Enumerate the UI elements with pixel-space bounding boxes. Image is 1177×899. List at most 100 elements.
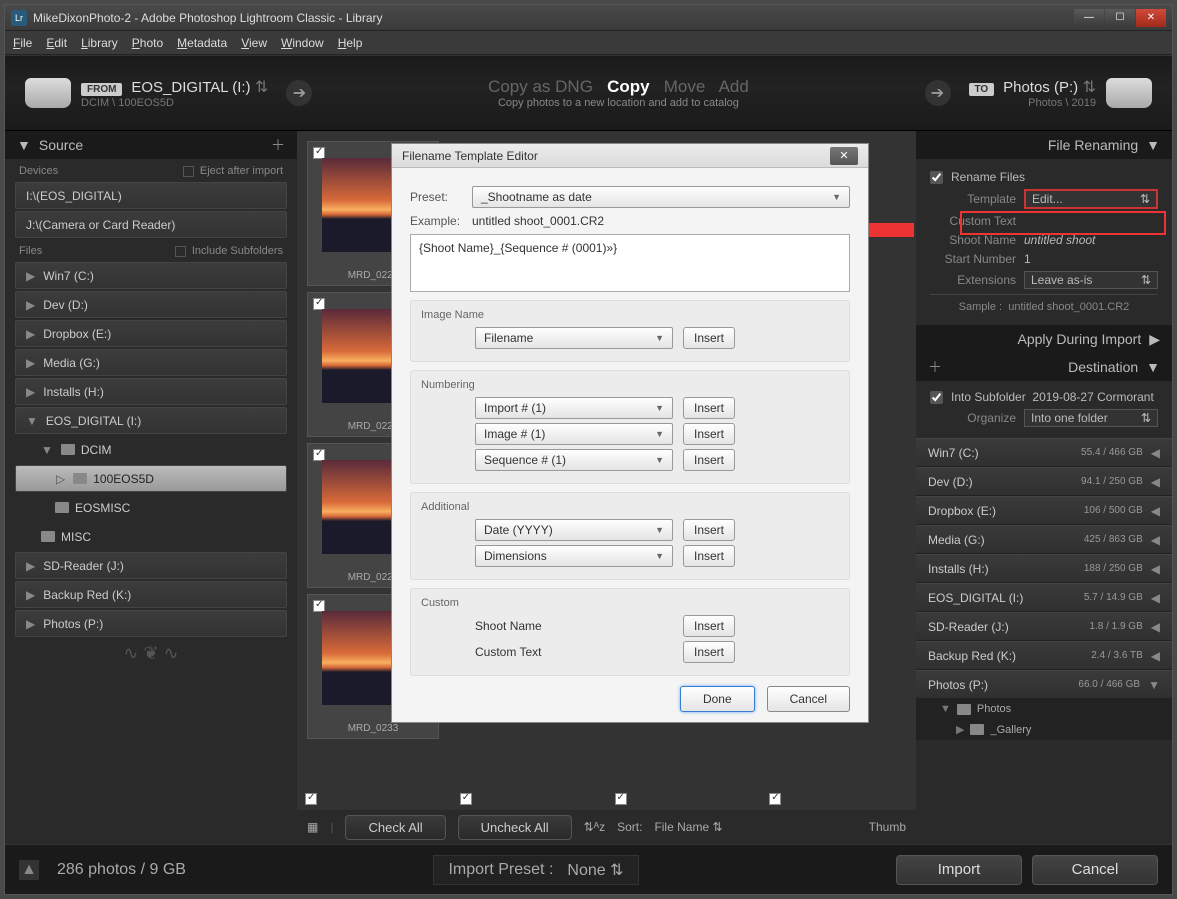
drive-row[interactable]: ▶Win7 (C:): [15, 262, 287, 289]
filename-template-editor-dialog: Filename Template Editor ✕ Preset: _Shoo…: [391, 143, 869, 723]
additional-dropdown[interactable]: Date (YYYY)▼: [475, 519, 673, 541]
start-number-field[interactable]: 1: [1024, 252, 1158, 266]
chevron-down-icon: ▼: [1146, 359, 1160, 375]
drive-row-eos[interactable]: ▼EOS_DIGITAL (I:): [15, 407, 287, 434]
window-close-button[interactable]: ✕: [1136, 9, 1166, 27]
column-checkbox[interactable]: [615, 793, 627, 805]
source-header[interactable]: ▼ Source ＋: [5, 131, 297, 159]
check-all-button[interactable]: Check All: [345, 815, 445, 840]
preset-dropdown[interactable]: _Shootname as date▼: [472, 186, 850, 208]
op-copy[interactable]: Copy: [607, 77, 650, 96]
device-row[interactable]: I:\(EOS_DIGITAL): [15, 182, 287, 209]
import-button[interactable]: Import: [896, 855, 1022, 885]
insert-button[interactable]: Insert: [683, 449, 735, 471]
from-location[interactable]: EOS_DIGITAL (I:): [131, 79, 250, 96]
add-source-button[interactable]: ＋: [271, 135, 285, 155]
destination-header[interactable]: ＋ Destination▼: [916, 353, 1172, 381]
chevron-down-icon: ▼: [17, 137, 31, 153]
menu-file[interactable]: File: [13, 36, 32, 50]
column-checkbox[interactable]: [460, 793, 472, 805]
sort-toggle-icon[interactable]: ⇅ᴬz: [584, 820, 606, 834]
add-destination-button[interactable]: ＋: [928, 357, 942, 377]
drive-row[interactable]: ▶Dev (D:): [15, 291, 287, 318]
insert-button[interactable]: Insert: [683, 519, 735, 541]
pattern-textarea[interactable]: {Shoot Name}_{Sequence # (0001)»}: [410, 234, 850, 292]
numbering-dropdown[interactable]: Image # (1)▼: [475, 423, 673, 445]
menu-edit[interactable]: Edit: [46, 36, 67, 50]
additional-dropdown[interactable]: Dimensions▼: [475, 545, 673, 567]
destination-drive-row[interactable]: Win7 (C:)55.4 / 466 GB◀: [916, 438, 1172, 467]
menu-photo[interactable]: Photo: [132, 36, 163, 50]
device-row[interactable]: J:\(Camera or Card Reader): [15, 211, 287, 238]
destination-drive-row[interactable]: Dev (D:)94.1 / 250 GB◀: [916, 467, 1172, 496]
column-checkbox[interactable]: [769, 793, 781, 805]
to-location[interactable]: Photos (P:): [1003, 79, 1078, 96]
insert-button[interactable]: Insert: [683, 545, 735, 567]
destination-drive-row[interactable]: Photos (P:)66.0 / 466 GB▼: [916, 670, 1172, 699]
destination-drive-row[interactable]: Media (G:)425 / 863 GB◀: [916, 525, 1172, 554]
drive-row[interactable]: ▶Photos (P:): [15, 610, 287, 637]
window-maximize-button[interactable]: ☐: [1105, 9, 1135, 27]
dialog-close-button[interactable]: ✕: [830, 147, 858, 165]
cancel-import-button[interactable]: Cancel: [1032, 855, 1158, 885]
cancel-button[interactable]: Cancel: [767, 686, 850, 712]
window-minimize-button[interactable]: —: [1074, 9, 1104, 27]
destination-drive-row[interactable]: EOS_DIGITAL (I:)5.7 / 14.9 GB◀: [916, 583, 1172, 612]
destination-drive-row[interactable]: Installs (H:)188 / 250 GB◀: [916, 554, 1172, 583]
menu-window[interactable]: Window: [281, 36, 324, 50]
insert-button[interactable]: Insert: [683, 397, 735, 419]
insert-button[interactable]: Insert: [683, 423, 735, 445]
folder-eosmisc[interactable]: EOSMISC: [15, 494, 287, 521]
dest-folder-row[interactable]: ▼Photos: [916, 699, 1172, 719]
numbering-dropdown[interactable]: Sequence # (1)▼: [475, 449, 673, 471]
menu-help[interactable]: Help: [338, 36, 363, 50]
template-dropdown[interactable]: Edit...⇅: [1024, 189, 1158, 209]
op-move[interactable]: Move: [664, 77, 706, 96]
column-checkbox[interactable]: [305, 793, 317, 805]
grid-view-icon[interactable]: ▦: [307, 820, 318, 834]
drive-row[interactable]: ▶Installs (H:): [15, 378, 287, 405]
file-renaming-header[interactable]: File Renaming▼: [916, 131, 1172, 159]
organize-dropdown[interactable]: Into one folder⇅: [1024, 409, 1158, 427]
destination-drive-row[interactable]: SD-Reader (J:)1.8 / 1.9 GB◀: [916, 612, 1172, 641]
extensions-dropdown[interactable]: Leave as-is⇅: [1024, 271, 1158, 289]
into-subfolder-checkbox[interactable]: [930, 391, 943, 404]
apply-during-import-header[interactable]: Apply During Import▶: [916, 325, 1172, 353]
op-add[interactable]: Add: [719, 77, 749, 96]
uncheck-all-button[interactable]: Uncheck All: [458, 815, 572, 840]
filename-token-dropdown[interactable]: Filename▼: [475, 327, 673, 349]
menu-library[interactable]: Library: [81, 36, 118, 50]
folder-misc[interactable]: MISC: [15, 523, 287, 550]
annotation-highlight: [960, 211, 1166, 235]
import-header: FROM EOS_DIGITAL (I:) ⇅ DCIM \ 100EOS5D …: [5, 55, 1172, 131]
grid-toolbar: ▦ | Check All Uncheck All ⇅ᴬz Sort: File…: [297, 810, 916, 844]
import-preset-dropdown[interactable]: None ⇅: [567, 860, 623, 880]
eject-checkbox[interactable]: [183, 166, 194, 177]
destination-drive-row[interactable]: Dropbox (E:)106 / 500 GB◀: [916, 496, 1172, 525]
sort-dropdown[interactable]: File Name ⇅: [654, 820, 722, 834]
folder-100eos5d[interactable]: ▷100EOS5D: [15, 465, 287, 492]
op-copy-as-dng[interactable]: Copy as DNG: [488, 77, 593, 96]
insert-button[interactable]: Insert: [683, 641, 735, 663]
numbering-dropdown[interactable]: Import # (1)▼: [475, 397, 673, 419]
dest-folder-row[interactable]: ▶_Gallery: [916, 719, 1172, 740]
app-icon: Lr: [11, 10, 27, 26]
shoot-name-field[interactable]: untitled shoot: [1024, 233, 1158, 247]
sort-label: Sort:: [617, 820, 642, 834]
menu-view[interactable]: View: [241, 36, 267, 50]
drive-row[interactable]: ▶Backup Red (K:): [15, 581, 287, 608]
done-button[interactable]: Done: [680, 686, 755, 712]
subfolder-name-field[interactable]: 2019-08-27 Cormorant: [1032, 390, 1153, 404]
drive-row[interactable]: ▶SD-Reader (J:): [15, 552, 287, 579]
destination-drive-row[interactable]: Backup Red (K:)2.4 / 3.6 TB◀: [916, 641, 1172, 670]
subfolders-checkbox[interactable]: [175, 246, 186, 257]
insert-button[interactable]: Insert: [683, 327, 735, 349]
drive-row[interactable]: ▶Dropbox (E:): [15, 320, 287, 347]
drive-row[interactable]: ▶Media (G:): [15, 349, 287, 376]
folder-dcim[interactable]: ▼DCIM: [15, 436, 287, 463]
menu-metadata[interactable]: Metadata: [177, 36, 227, 50]
rename-files-checkbox[interactable]: [930, 171, 943, 184]
expand-panel-button[interactable]: ▲: [19, 860, 39, 880]
eject-label: Eject after import: [200, 165, 283, 177]
insert-button[interactable]: Insert: [683, 615, 735, 637]
